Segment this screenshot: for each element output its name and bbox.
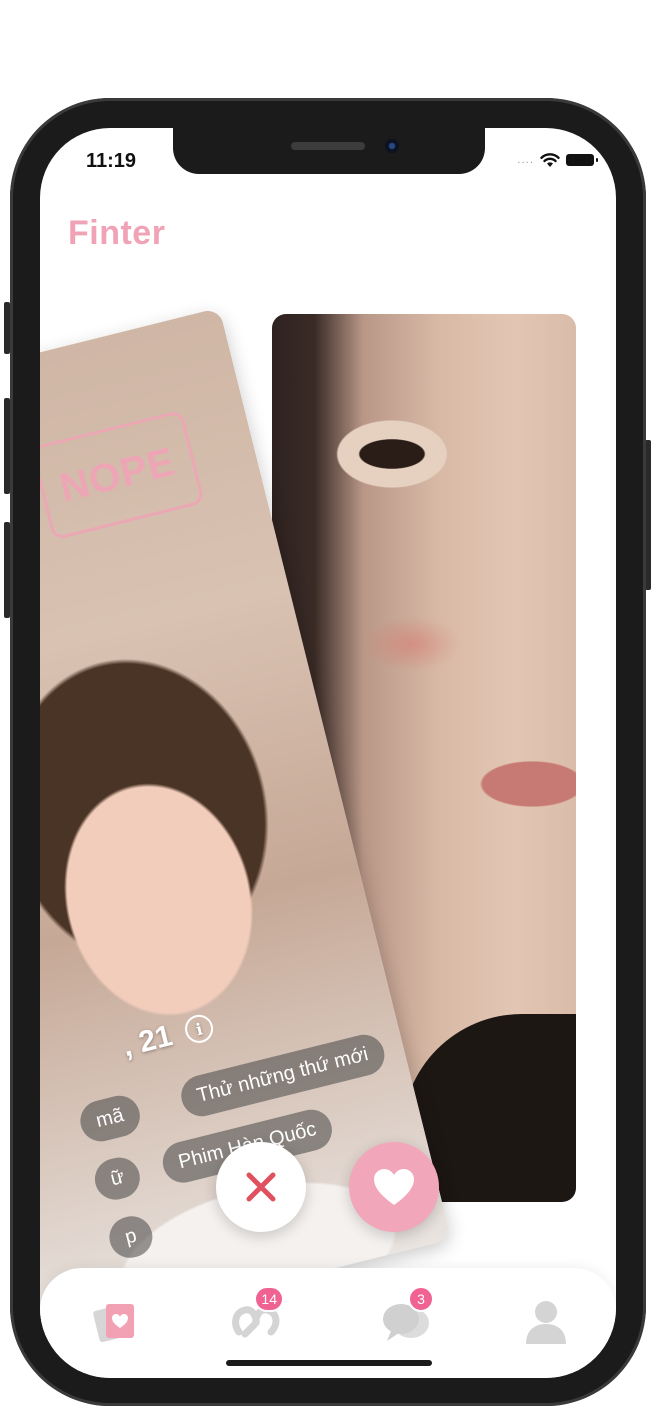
tab-profile[interactable] [516,1294,576,1350]
matches-badge: 14 [254,1286,284,1312]
notch [173,128,485,174]
interest-tag: Thử những thứ mới [176,1030,389,1121]
like-button[interactable] [349,1142,439,1232]
name-age-text: , 21 [119,1019,176,1064]
speaker-grille [291,142,365,150]
messages-badge: 3 [408,1286,434,1312]
home-indicator [226,1360,432,1366]
info-icon[interactable]: i [182,1011,217,1046]
interest-tag: ữ [90,1153,145,1204]
heart-icon [374,1169,414,1205]
signal-dots: .... [517,154,534,166]
battery-icon [566,154,598,166]
interest-tag: p [105,1211,157,1263]
phone-screen: 11:19 .... Finter NOPE , 21 i mã Thử nhữ… [40,128,616,1378]
app-logo: Finter [68,214,166,252]
nope-stamp: NOPE [40,409,205,541]
interest-tag: mã [76,1091,144,1146]
profile-name-age: , 21 i [119,1009,217,1064]
status-icons: .... [517,152,598,168]
profile-photo [40,308,219,417]
status-time: 11:19 [86,150,137,172]
cards-icon [93,1304,134,1343]
tab-discover[interactable] [86,1294,146,1350]
tab-matches[interactable]: 14 [226,1286,286,1350]
wifi-icon [540,153,560,167]
front-camera [385,139,399,153]
close-icon [246,1172,276,1202]
tab-messages[interactable]: 3 [376,1286,436,1350]
nope-button[interactable] [216,1142,306,1232]
profile-icon [526,1301,566,1344]
